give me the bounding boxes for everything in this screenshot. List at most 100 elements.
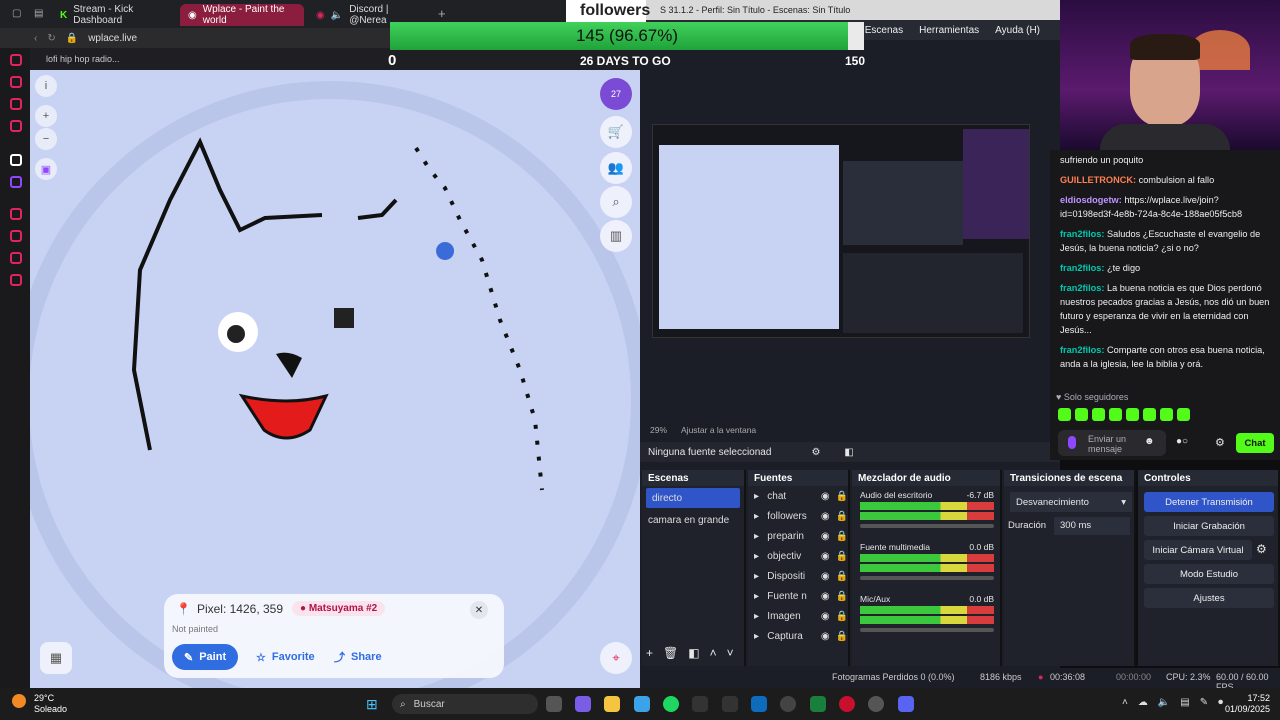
url-text[interactable]: wplace.live — [88, 33, 137, 44]
back-icon[interactable]: ‹ — [34, 33, 37, 44]
sidebar-app-icon[interactable] — [10, 120, 22, 132]
gear-icon[interactable]: ⚙ — [1256, 542, 1267, 556]
source-item[interactable]: ▸ Captura ◉ 🔒 — [748, 626, 848, 646]
eye-icon[interactable]: ◉ — [821, 571, 830, 582]
locate-icon[interactable]: ⌖ — [600, 642, 632, 674]
windows-start-icon[interactable]: ⊞ — [366, 696, 378, 713]
fit-to-window[interactable]: Ajustar a la ventana — [681, 425, 756, 435]
twitch-button[interactable]: ▣ — [35, 158, 57, 180]
source-item[interactable]: ▸ followers ◉ 🔒 — [748, 506, 848, 526]
filter-icon[interactable]: ◧ — [688, 646, 699, 660]
emote-icon[interactable] — [1109, 408, 1122, 421]
zoom-in-button[interactable]: + — [35, 105, 57, 127]
info-button[interactable]: i — [35, 75, 57, 97]
eye-icon[interactable]: ◉ — [821, 591, 830, 602]
volume-slider[interactable] — [860, 524, 994, 528]
browser-app-icon[interactable] — [634, 696, 650, 712]
duration-input[interactable]: 300 ms — [1054, 517, 1130, 535]
user-avatar-icon[interactable]: 27 — [600, 78, 632, 110]
file-explorer-icon[interactable] — [604, 696, 620, 712]
filters-icon[interactable]: ◧ — [844, 447, 853, 458]
settings-button[interactable]: Ajustes — [1144, 588, 1274, 608]
volume-slider[interactable] — [860, 628, 994, 632]
sidebar-app-icon[interactable] — [10, 208, 22, 220]
chat-username[interactable]: fran2filos: — [1060, 345, 1104, 355]
tab-overview-icon[interactable]: ▢ — [12, 8, 21, 19]
outlook-icon[interactable] — [751, 696, 767, 712]
lock-icon[interactable]: 🔒 — [836, 571, 848, 582]
obs-icon[interactable] — [868, 696, 884, 712]
app-icon[interactable] — [780, 696, 796, 712]
eye-icon[interactable]: ◉ — [821, 631, 830, 642]
chevron-up-icon[interactable]: ˄ — [1122, 697, 1128, 708]
reload-icon[interactable]: ↻ — [47, 33, 55, 44]
capcut-icon[interactable] — [692, 696, 708, 712]
region-badge[interactable]: ● Matsuyama #2 — [292, 601, 386, 616]
weather-widget[interactable]: 29°C Soleado — [34, 693, 67, 715]
eye-icon[interactable]: ◉ — [821, 611, 830, 622]
share-button[interactable]: ⤴ Share — [322, 644, 394, 670]
lock-icon[interactable]: 🔒 — [836, 591, 848, 602]
studio-mode-button[interactable]: Modo Estudio — [1144, 564, 1274, 584]
close-icon[interactable]: ✕ — [470, 601, 488, 619]
lock-icon[interactable]: 🔒 — [836, 531, 848, 542]
chat-username[interactable]: eldiosdogetw: — [1060, 195, 1122, 205]
leaderboard-icon[interactable]: ▥ — [600, 220, 632, 252]
clock[interactable]: 17:52 01/09/2025 — [1216, 693, 1270, 715]
eye-icon[interactable]: ◉ — [821, 531, 830, 542]
taskbar-search[interactable]: ⌕ Buscar — [392, 694, 538, 714]
chat-send-button[interactable]: Chat — [1236, 433, 1274, 453]
spotify-icon[interactable] — [663, 696, 679, 712]
sidebar-app-icon[interactable] — [10, 154, 22, 166]
emote-icon[interactable] — [1058, 408, 1071, 421]
eye-icon[interactable]: ◉ — [821, 491, 830, 502]
chevron-down-icon[interactable]: ˅ — [727, 646, 734, 660]
new-tab-button[interactable]: + — [438, 6, 446, 21]
menu-help[interactable]: Ayuda (H) — [995, 25, 1040, 36]
scene-item[interactable]: camara en grande — [642, 510, 744, 530]
scene-item[interactable]: directo — [646, 488, 740, 508]
gear-icon[interactable]: ⚙ — [1215, 436, 1225, 449]
clock-icon[interactable] — [10, 230, 22, 242]
emote-icon[interactable] — [1177, 408, 1190, 421]
emote-icon[interactable] — [1092, 408, 1105, 421]
source-item[interactable]: ▸ Fuente n ◉ 🔒 — [748, 586, 848, 606]
chevron-up-icon[interactable]: ˄ — [710, 646, 717, 660]
cloud-icon[interactable]: ☁ — [1138, 697, 1148, 708]
source-item[interactable]: ▸ Imagen ◉ 🔒 — [748, 606, 848, 626]
lock-icon[interactable]: 🔒 — [836, 491, 848, 502]
sidebar-app-icon[interactable] — [10, 98, 22, 110]
lock-icon[interactable]: 🔒 — [836, 611, 848, 622]
twitch-icon[interactable] — [10, 176, 22, 188]
opera-icon[interactable] — [839, 696, 855, 712]
tab-history-icon[interactable]: ▤ — [34, 8, 43, 19]
pen-icon[interactable]: ✎ — [1200, 697, 1208, 708]
settings-icon[interactable] — [10, 274, 22, 286]
emoji-icon[interactable]: ☻ — [1144, 436, 1155, 447]
emote-icon[interactable] — [1143, 408, 1156, 421]
copilot-icon[interactable] — [575, 696, 591, 712]
stop-streaming-button[interactable]: Detener Transmisión — [1144, 492, 1274, 512]
search-icon[interactable]: ⌕ — [600, 186, 632, 218]
start-recording-button[interactable]: Iniciar Grabación — [1144, 516, 1274, 536]
eye-icon[interactable]: ◉ — [821, 551, 830, 562]
task-view-icon[interactable] — [546, 696, 562, 712]
trash-icon[interactable]: 🗑 — [663, 646, 678, 660]
sidebar-app-icon[interactable] — [10, 252, 22, 264]
emote-icon[interactable] — [1126, 408, 1139, 421]
volume-slider[interactable] — [860, 576, 994, 580]
viewers-icon[interactable]: ●○ — [1176, 436, 1188, 447]
obs-preview[interactable] — [652, 124, 1030, 338]
favorite-button[interactable]: ☆ Favorite — [244, 644, 327, 670]
virtual-camera-button[interactable]: Iniciar Cámara Virtual — [1144, 540, 1252, 560]
tab-wplace[interactable]: ◉ Wplace - Paint the world — [180, 4, 304, 26]
chat-username[interactable]: fran2filos: — [1060, 283, 1104, 293]
emote-icon[interactable] — [1160, 408, 1173, 421]
zoom-out-button[interactable]: − — [35, 128, 57, 150]
app-icon[interactable] — [722, 696, 738, 712]
chat-username[interactable]: GUILLETRONCK: — [1060, 175, 1136, 185]
transition-select[interactable]: Desvanecimiento ▾ — [1010, 492, 1132, 512]
tab-kick-dashboard[interactable]: K Stream - Kick Dashboard — [52, 4, 180, 26]
lock-icon[interactable]: 🔒 — [836, 551, 848, 562]
chat-username[interactable]: fran2filos: — [1060, 229, 1104, 239]
